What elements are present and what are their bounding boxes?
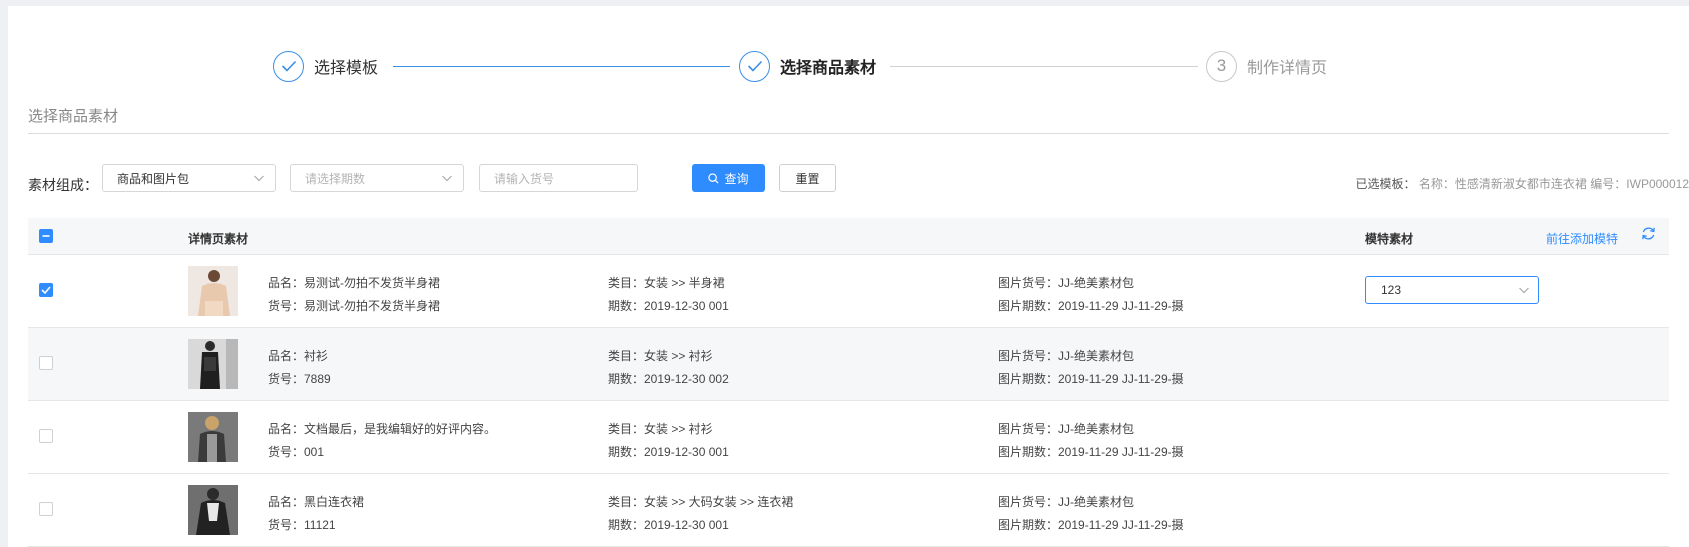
step-label: 制作详情页 (1247, 60, 1328, 77)
filter-label: 素材组成： (28, 177, 98, 193)
divider (28, 133, 1669, 134)
select-all-checkbox[interactable] (39, 229, 53, 243)
check-icon (739, 50, 770, 82)
composition-select[interactable]: 商品和图片包 (102, 164, 276, 192)
search-icon (708, 172, 719, 184)
table-header: 详情页素材 模特素材 前往添加模特 (28, 218, 1669, 255)
product-sku: 货号：001 (268, 445, 325, 459)
section-title: 选择商品素材 (28, 108, 119, 125)
row-checkbox[interactable] (39, 283, 53, 297)
step-connector (890, 66, 1198, 67)
period-select[interactable]: 请选择期数 (290, 164, 464, 192)
product-period: 期数：2019-12-30 001 (608, 445, 729, 459)
product-thumbnail (188, 339, 238, 389)
product-name: 品名：黑白连衣裙 (268, 495, 365, 509)
template-name: 性感清新淑女都市连衣裙 (1454, 177, 1587, 191)
template-code-label: 编号： (1590, 177, 1627, 191)
picture-period: 图片期数：2019-11-29 JJ-11-29-摄 (998, 518, 1184, 532)
table-row[interactable]: 品名：黑白连衣裙 货号：11121 类目：女装 >> 大码女装 >> 连衣裙 期… (28, 474, 1669, 547)
product-name: 品名：文档最后，是我编辑好的好评内容。 (268, 422, 497, 436)
sku-input[interactable]: 请输入货号 (479, 164, 638, 192)
picture-sku: 图片货号：JJ-绝美素材包 (998, 495, 1134, 509)
picture-period: 图片期数：2019-11-29 JJ-11-29-摄 (998, 299, 1184, 313)
model-value: 123 (1381, 283, 1402, 297)
query-label: 查询 (724, 171, 749, 186)
picture-period: 图片期数：2019-11-29 JJ-11-29-摄 (998, 445, 1184, 459)
add-model-link[interactable]: 前往添加模特 (1546, 230, 1618, 247)
step-number: 3 (1206, 50, 1237, 82)
step-label: 选择模板 (314, 60, 379, 77)
template-label: 已选模板： (1355, 177, 1416, 191)
product-period: 期数：2019-12-30 002 (608, 372, 729, 386)
product-category: 类目：女装 >> 衬衫 (608, 349, 713, 363)
product-category: 类目：女装 >> 大码女装 >> 连衣裙 (608, 495, 794, 509)
step-connector (393, 66, 730, 67)
table-row[interactable]: 品名：易测试-勿拍不发货半身裙 货号：易测试-勿拍不发货半身裙 类目：女装 >>… (28, 255, 1669, 328)
row-checkbox[interactable] (39, 429, 53, 443)
model-select[interactable]: 123 (1365, 276, 1539, 304)
table-row[interactable]: 品名：衬衫 货号：7889 类目：女装 >> 衬衫 期数：2019-12-30 … (28, 328, 1669, 401)
page-card: 选择模板 选择商品素材 3 制作详情页 选择商品素材 素材组成： 商品和图片包 … (8, 6, 1689, 547)
picture-sku: 图片货号：JJ-绝美素材包 (998, 422, 1134, 436)
step-select-template[interactable]: 选择模板 (273, 50, 378, 82)
product-category: 类目：女装 >> 半身裙 (608, 276, 725, 290)
product-sku: 货号：易测试-勿拍不发货半身裙 (268, 299, 440, 313)
template-code: IWP000012 (1626, 177, 1689, 191)
step-label: 选择商品素材 (780, 60, 877, 77)
query-button[interactable]: 查询 (692, 164, 765, 192)
picture-sku: 图片货号：JJ-绝美素材包 (998, 276, 1134, 290)
chevron-down-icon (1518, 284, 1530, 299)
steps-bar: 选择模板 选择商品素材 3 制作详情页 (8, 50, 1689, 82)
row-checkbox[interactable] (39, 356, 53, 370)
sku-placeholder: 请输入货号 (494, 171, 555, 186)
col-model: 模特素材 (1365, 232, 1414, 246)
product-period: 期数：2019-12-30 001 (608, 299, 729, 313)
composition-value: 商品和图片包 (117, 171, 190, 186)
product-name: 品名：易测试-勿拍不发货半身裙 (268, 276, 440, 290)
check-icon (273, 50, 304, 82)
step-select-material[interactable]: 选择商品素材 (739, 50, 876, 82)
template-name-label: 名称： (1418, 177, 1455, 191)
row-checkbox[interactable] (39, 502, 53, 516)
picture-sku: 图片货号：JJ-绝美素材包 (998, 349, 1134, 363)
product-period: 期数：2019-12-30 001 (608, 518, 729, 532)
picture-period: 图片期数：2019-11-29 JJ-11-29-摄 (998, 372, 1184, 386)
reset-label: 重置 (795, 171, 820, 186)
chevron-down-icon (441, 172, 453, 187)
product-thumbnail (188, 485, 238, 535)
product-sku: 货号：11121 (268, 518, 336, 532)
table-row[interactable]: 品名：文档最后，是我编辑好的好评内容。 货号：001 类目：女装 >> 衬衫 期… (28, 401, 1669, 474)
period-placeholder: 请选择期数 (305, 171, 366, 186)
refresh-icon[interactable] (1640, 225, 1657, 247)
product-category: 类目：女装 >> 衬衫 (608, 422, 713, 436)
col-material: 详情页素材 (188, 232, 249, 246)
product-name: 品名：衬衫 (268, 349, 329, 363)
product-thumbnail (188, 412, 238, 462)
reset-button[interactable]: 重置 (779, 164, 836, 192)
selected-template-info: 已选模板： 名称：性感清新淑女都市连衣裙 编号：IWP000012 (1356, 175, 1689, 192)
chevron-down-icon (253, 172, 265, 187)
step-make-detail[interactable]: 3 制作详情页 (1206, 50, 1327, 82)
product-thumbnail (188, 266, 238, 316)
product-sku: 货号：7889 (268, 372, 331, 386)
